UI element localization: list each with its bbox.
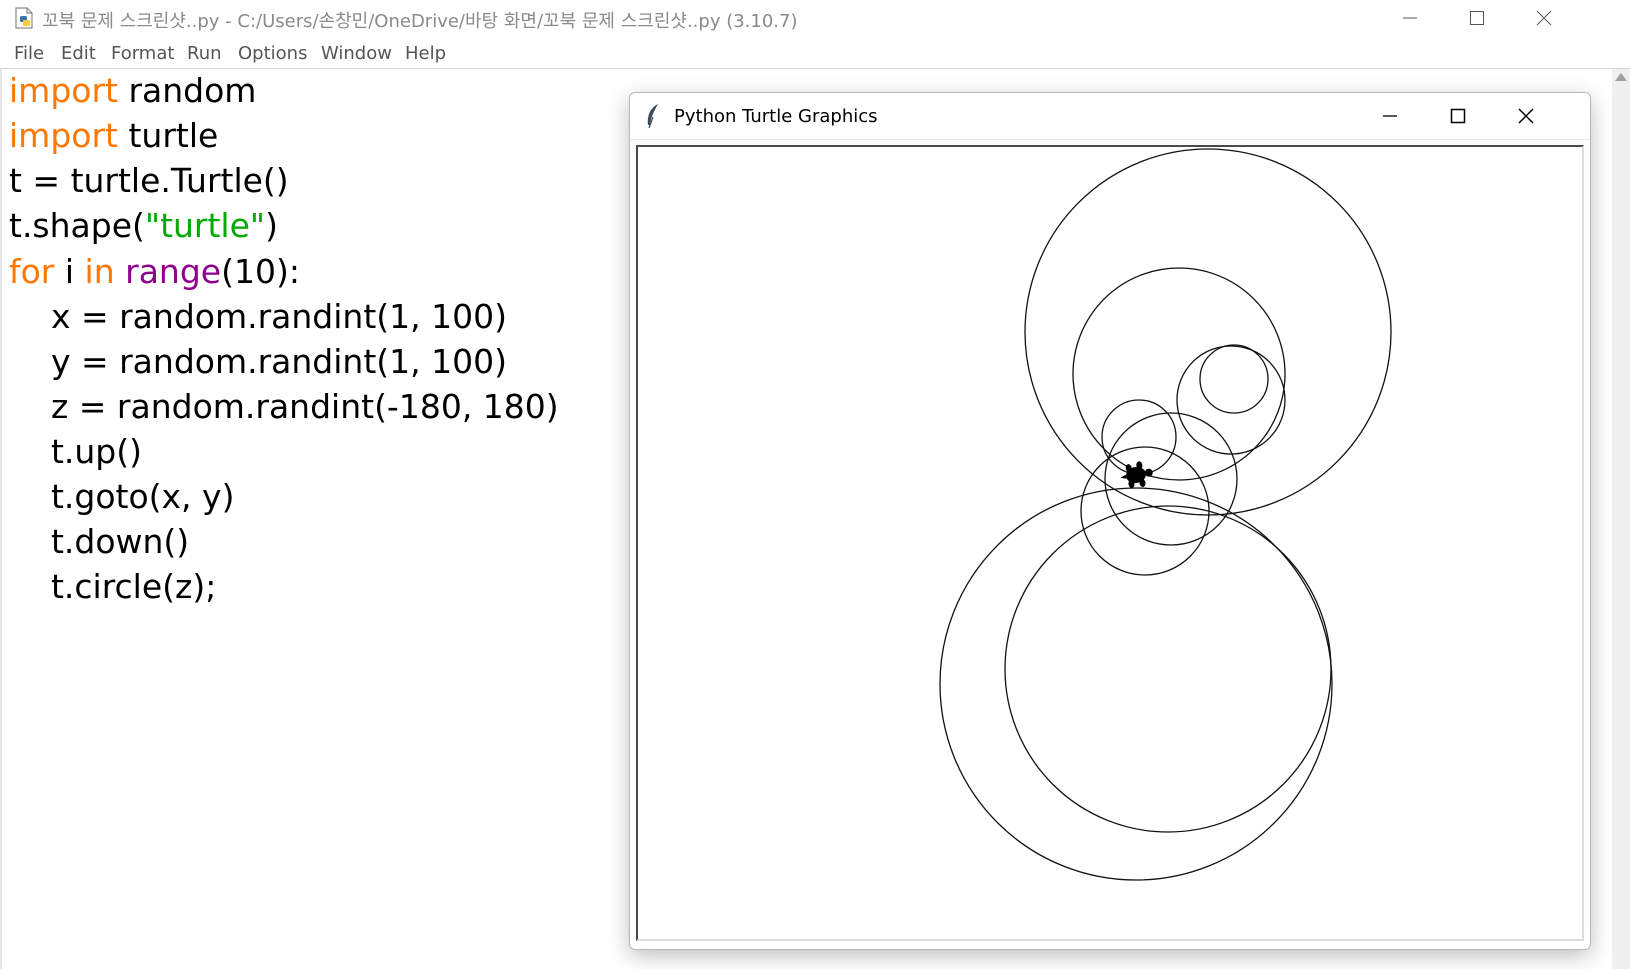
code-token: for bbox=[9, 252, 55, 291]
close-icon bbox=[1536, 10, 1552, 26]
code-line: import turtle bbox=[9, 116, 218, 156]
code-token: t.goto(x, y) bbox=[9, 477, 235, 516]
minimize-button[interactable] bbox=[1378, 0, 1442, 36]
drawn-circle bbox=[1104, 412, 1238, 546]
code-line: import random bbox=[9, 71, 256, 111]
close-button[interactable] bbox=[1512, 0, 1576, 36]
code-line: t.goto(x, y) bbox=[9, 477, 235, 517]
code-token: range bbox=[125, 252, 222, 291]
code-token: import bbox=[9, 116, 118, 155]
code-token: import bbox=[9, 71, 118, 110]
code-line: x = random.randint(1, 100) bbox=[9, 297, 507, 337]
code-token: ) bbox=[265, 206, 278, 245]
drawn-circle bbox=[1080, 446, 1210, 576]
menu-window[interactable]: Window bbox=[321, 43, 392, 64]
code-line: y = random.randint(1, 100) bbox=[9, 342, 507, 382]
code-token: y = random.randint(1, 100) bbox=[9, 342, 507, 381]
code-token: i bbox=[54, 252, 85, 291]
editor-left-border bbox=[0, 69, 2, 969]
minimize-icon bbox=[1383, 115, 1397, 117]
maximize-icon bbox=[1470, 11, 1484, 25]
code-token: x = random.randint(1, 100) bbox=[9, 297, 507, 336]
feather-icon bbox=[647, 104, 658, 129]
menu-file[interactable]: File bbox=[14, 43, 44, 64]
close-icon bbox=[1518, 108, 1534, 124]
turtle-maximize-button[interactable] bbox=[1424, 93, 1492, 139]
maximize-button[interactable] bbox=[1445, 0, 1509, 36]
drawn-circle bbox=[1199, 344, 1269, 414]
turtle-title-bar: Python Turtle Graphics bbox=[630, 93, 1590, 140]
code-token: t.down() bbox=[9, 522, 190, 561]
code-token: z = random.randint(-180, 180) bbox=[9, 387, 559, 426]
code-line: t.circle(z); bbox=[9, 567, 216, 607]
code-line: t.shape("turtle") bbox=[9, 206, 278, 246]
code-token: t.shape( bbox=[9, 206, 145, 245]
title-bar: 꼬북 문제 스크린샷..py - C:/Users/손창민/OneDrive/바… bbox=[0, 0, 1630, 36]
turtle-canvas[interactable] bbox=[636, 145, 1584, 941]
drawn-circle bbox=[1176, 345, 1286, 455]
menu-help[interactable]: Help bbox=[405, 43, 446, 64]
turtle-drawing bbox=[939, 148, 1392, 881]
code-token: t = turtle.Turtle() bbox=[9, 161, 289, 200]
menu-bar: File Edit Format Run Options Window Help bbox=[0, 36, 1630, 69]
drawn-circle bbox=[939, 487, 1333, 881]
turtle-close-button[interactable] bbox=[1492, 93, 1560, 139]
vertical-scrollbar[interactable] bbox=[1612, 69, 1630, 969]
drawn-circle bbox=[1072, 267, 1286, 481]
minimize-icon bbox=[1403, 17, 1417, 19]
code-token: "turtle" bbox=[144, 206, 266, 245]
turtle-graphics-window: Python Turtle Graphics bbox=[629, 92, 1591, 950]
menu-run[interactable]: Run bbox=[187, 43, 222, 64]
turtle-minimize-button[interactable] bbox=[1356, 93, 1424, 139]
code-token: t.circle(z); bbox=[9, 567, 217, 606]
menu-options[interactable]: Options bbox=[238, 43, 307, 64]
turtle-window-title: Python Turtle Graphics bbox=[674, 106, 878, 127]
window-title: 꼬북 문제 스크린샷..py - C:/Users/손창민/OneDrive/바… bbox=[42, 11, 798, 32]
code-line: t = turtle.Turtle() bbox=[9, 161, 289, 201]
menu-format[interactable]: Format bbox=[111, 43, 174, 64]
code-line: z = random.randint(-180, 180) bbox=[9, 387, 559, 427]
scroll-up-arrow-icon[interactable] bbox=[1615, 73, 1627, 81]
drawn-circle bbox=[1024, 148, 1392, 516]
code-token: turtle bbox=[117, 116, 219, 155]
code-line: t.down() bbox=[9, 522, 189, 562]
code-token: random bbox=[117, 71, 257, 110]
drawn-circle bbox=[1004, 505, 1332, 833]
code-line: t.up() bbox=[9, 432, 142, 472]
code-token: in bbox=[84, 252, 115, 291]
python-file-icon bbox=[15, 7, 33, 29]
code-token: t.up() bbox=[9, 432, 142, 471]
code-line: for i in range(10): bbox=[9, 252, 300, 292]
maximize-icon bbox=[1450, 108, 1466, 124]
menu-edit[interactable]: Edit bbox=[61, 43, 96, 64]
code-token: (10): bbox=[221, 252, 300, 291]
